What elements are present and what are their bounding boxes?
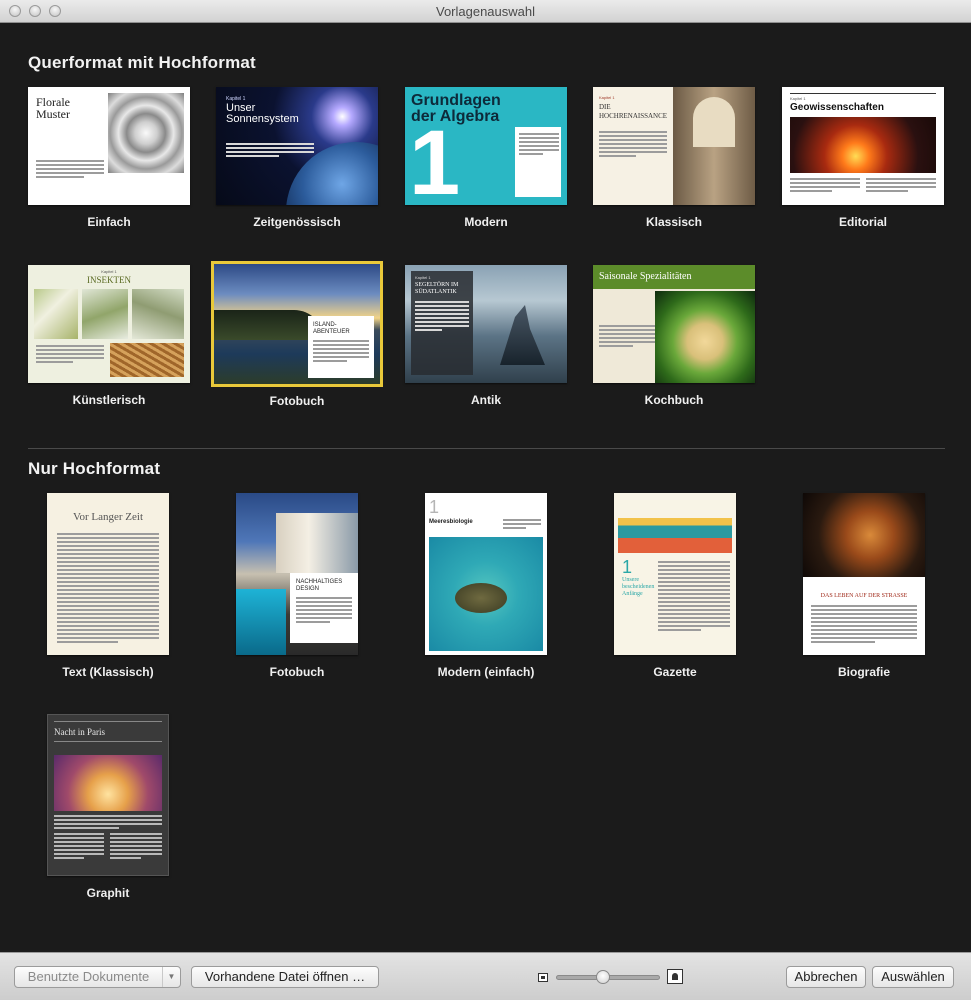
chevron-down-icon: ▼	[162, 967, 180, 987]
section-divider	[28, 448, 945, 449]
template-fotobuch[interactable]: Island-Abenteuer Fotobuch	[211, 261, 383, 426]
thumb-title: Florale Muster	[36, 95, 70, 121]
template-antik[interactable]: Kapitel 1 Segeltörn im Südatlantik Antik	[405, 265, 567, 425]
template-text-klassisch[interactable]: Vor Langer Zeit Text (Klassisch)	[47, 493, 169, 705]
template-fotobuch-portrait[interactable]: Nachhaltiges Design Fotobuch	[236, 493, 358, 705]
flower-photo	[108, 93, 184, 173]
template-label: Kochbuch	[644, 393, 704, 407]
template-thumbnail: Das Leben auf der Straße	[803, 493, 925, 655]
template-modern[interactable]: Grundlagen der Algebra 1 Modern	[405, 87, 567, 247]
small-thumbnail-icon[interactable]	[538, 973, 548, 982]
template-label: Modern (einfach)	[437, 665, 535, 679]
template-thumbnail: Nachhaltiges Design	[236, 493, 358, 655]
template-kuenstlerisch[interactable]: Kapitel 1 Insekten Künstlerisch	[28, 265, 190, 425]
thumb-chapter-number: 1	[429, 497, 440, 517]
template-klassisch[interactable]: Kapitel 1 Die Hochrenaissance Klassisch	[593, 87, 755, 247]
template-thumbnail: Nacht in Paris	[47, 714, 169, 876]
section-title-portrait: Nur Hochformat	[28, 459, 161, 478]
section-title-landscape: Querformat mit Hochformat	[28, 53, 256, 72]
thumb-title: Nachhaltiges Design	[296, 579, 343, 592]
template-label: Antik	[471, 393, 501, 407]
recent-documents-popup[interactable]: Benutzte Dokumente ▼	[14, 966, 181, 988]
title-bar: Vorlagenauswahl	[0, 0, 971, 23]
template-label: Biografie	[837, 665, 890, 679]
thumb-title: Vor Langer Zeit	[72, 511, 144, 523]
choose-button[interactable]: Auswählen	[872, 966, 954, 988]
cancel-button[interactable]: Abbrechen	[786, 966, 866, 988]
template-label: Text (Klassisch)	[62, 665, 154, 679]
thumb-title: Das Leben auf der Straße	[820, 593, 908, 599]
template-zeitgenoessisch[interactable]: Kapitel 1 Unser Sonnensystem Zeitgenössi…	[216, 87, 378, 247]
thumb-kicker: Kapitel 1	[599, 95, 615, 100]
thumb-title: Insekten	[87, 275, 131, 285]
thumb-title: Saisonale Spezialitäten	[599, 271, 692, 282]
template-modern-einfach[interactable]: 1 Meeresbiologie Modern (einfach)	[425, 493, 547, 705]
arc-de-triomphe-photo	[54, 755, 162, 811]
village-illustration	[618, 503, 732, 553]
template-graphit[interactable]: Nacht in Paris Graphit	[47, 714, 169, 926]
template-thumbnail: Kapitel 1 Segeltörn im Südatlantik	[405, 265, 567, 383]
thumb-title: Nacht in Paris	[54, 727, 105, 737]
large-thumbnail-icon[interactable]	[667, 969, 683, 984]
template-label: Zeitgenössisch	[253, 215, 341, 229]
thumb-kicker: Kapitel 1	[415, 275, 431, 280]
template-biografie[interactable]: Das Leben auf der Straße Biografie	[803, 493, 925, 705]
food-photo	[655, 291, 755, 383]
template-thumbnail: Island-Abenteuer	[211, 261, 383, 387]
template-label: Modern	[464, 215, 508, 229]
thumb-title: Unsere bescheidenen Anfänge	[622, 577, 655, 597]
template-thumbnail: 1 Meeresbiologie	[425, 493, 547, 655]
thumb-kicker: Kapitel 1	[101, 269, 117, 274]
thumb-title: Die Hochrenaissance	[599, 103, 668, 120]
window-title: Vorlagenauswahl	[435, 4, 536, 19]
thumb-kicker: Kapitel 1	[790, 96, 806, 101]
open-existing-file-button[interactable]: Vorhandene Datei öffnen …	[191, 966, 379, 988]
template-label: Fotobuch	[269, 394, 325, 408]
template-label: Fotobuch	[269, 665, 325, 679]
recent-documents-label: Benutzte Dokumente	[27, 969, 150, 984]
thumbnail-size-slider-knob[interactable]	[595, 970, 610, 984]
template-thumbnail: Florale Muster	[28, 87, 190, 205]
volcano-photo	[790, 117, 936, 173]
template-thumbnail: Saisonale Spezialitäten	[593, 265, 755, 383]
thumb-chapter-number: 1	[622, 557, 633, 577]
template-thumbnail: Grundlagen der Algebra 1	[405, 87, 567, 205]
template-thumbnail: Kapitel 1 Unser Sonnensystem	[216, 87, 378, 205]
template-label: Graphit	[86, 886, 130, 900]
template-thumbnail: Vor Langer Zeit	[47, 493, 169, 655]
guitar-photo	[803, 493, 925, 577]
template-label: Gazette	[653, 665, 697, 679]
thumb-title: Island-Abenteuer	[313, 322, 350, 335]
template-label: Klassisch	[645, 215, 703, 229]
template-thumbnail: Kapitel 1 Insekten	[28, 265, 190, 383]
template-chooser[interactable]: Querformat mit Hochformat Florale Muster…	[0, 24, 971, 952]
template-label: Künstlerisch	[72, 393, 146, 407]
thumb-title: Geowissenschaften	[790, 102, 884, 113]
thumb-chapter-number: 1	[409, 112, 461, 205]
template-gazette[interactable]: 1 Unsere bescheidenen Anfänge Gazette	[614, 493, 736, 705]
template-thumbnail: 1 Unsere bescheidenen Anfänge	[614, 493, 736, 655]
template-thumbnail: Kapitel 1 Die Hochrenaissance	[593, 87, 755, 205]
template-label: Editorial	[838, 215, 887, 229]
template-label: Einfach	[87, 215, 131, 229]
thumb-title: Unser Sonnensystem	[226, 102, 299, 125]
template-editorial[interactable]: Kapitel 1 Geowissenschaften Editorial	[782, 87, 944, 247]
template-kochbuch[interactable]: Saisonale Spezialitäten Kochbuch	[593, 265, 755, 425]
bottom-bar: Benutzte Dokumente ▼ Vorhandene Datei öf…	[0, 952, 971, 1000]
thumb-title: Segeltörn im Südatlantik	[415, 282, 459, 295]
thumb-title: Meeresbiologie	[429, 519, 473, 525]
template-thumbnail: Kapitel 1 Geowissenschaften	[782, 87, 944, 205]
template-einfach[interactable]: Florale Muster Einfach	[28, 87, 190, 247]
